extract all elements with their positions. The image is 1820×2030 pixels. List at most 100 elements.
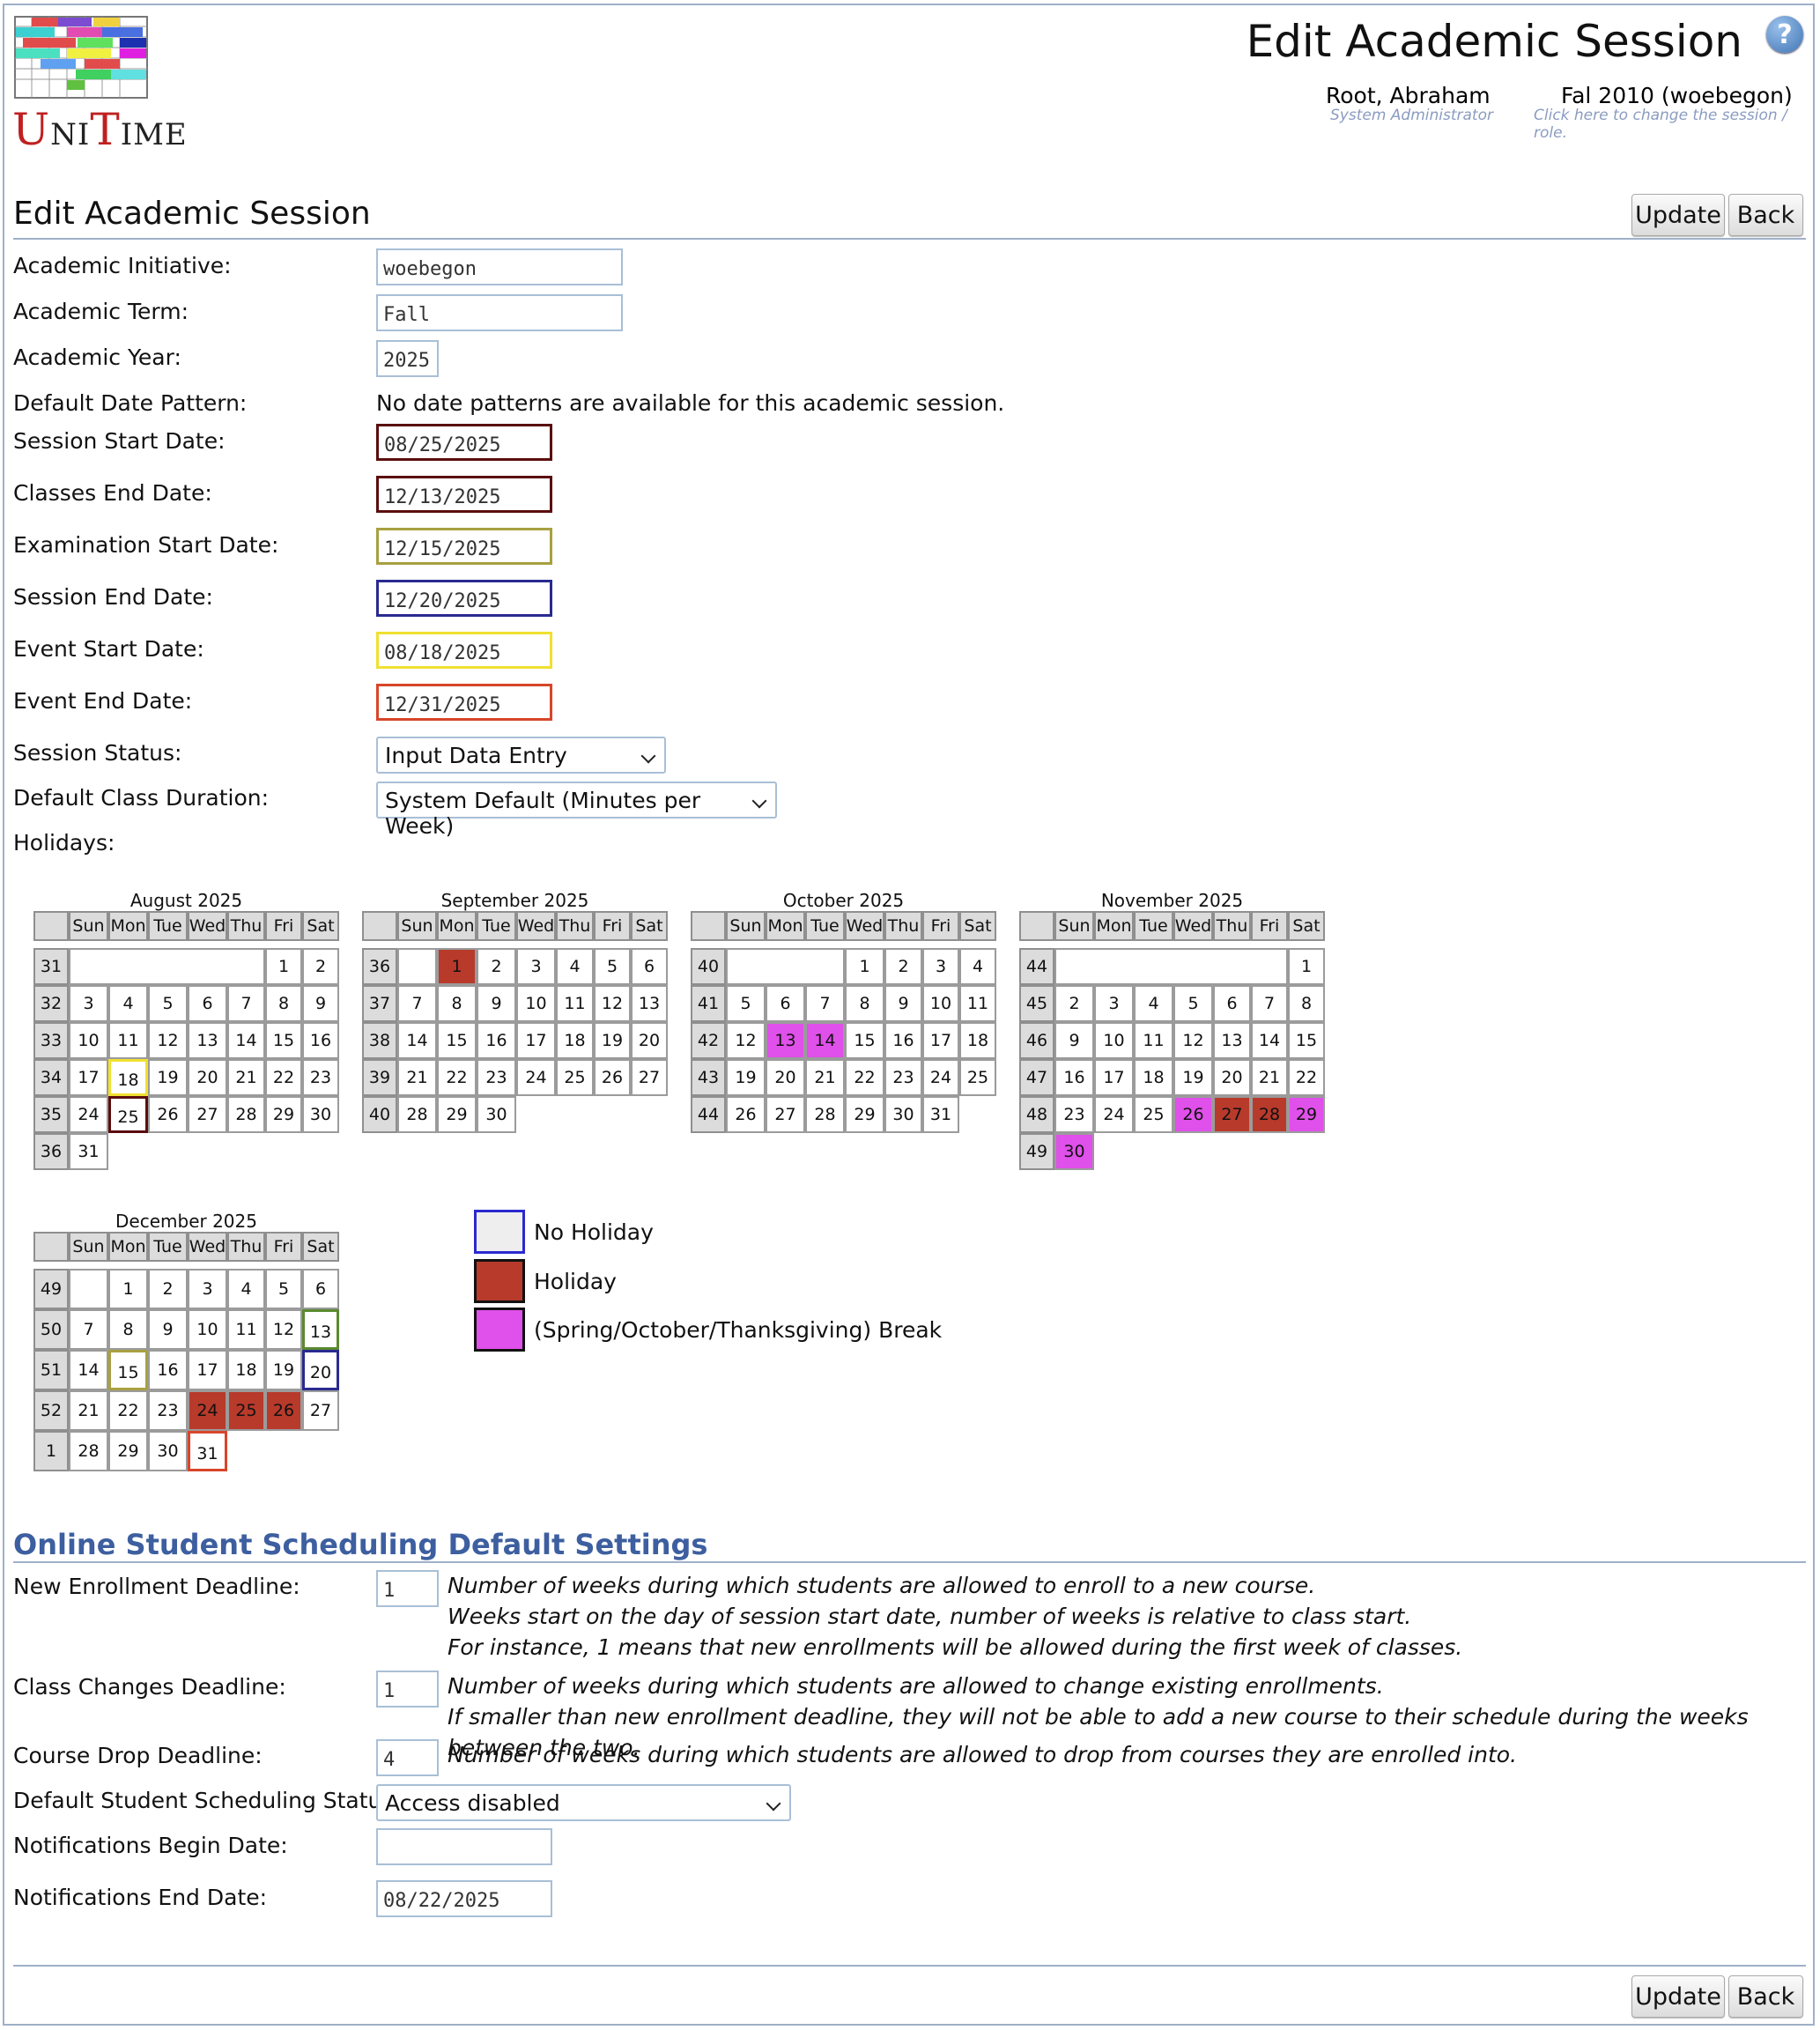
calendar-day[interactable]: 31 xyxy=(188,1431,227,1471)
calendar-day[interactable]: 17 xyxy=(188,1350,227,1390)
calendar-day[interactable]: 24 xyxy=(516,1059,556,1096)
calendar-day[interactable]: 18 xyxy=(959,1022,996,1059)
calendar-day[interactable]: 5 xyxy=(1173,985,1213,1022)
year-input[interactable]: 2025 xyxy=(376,340,439,377)
calendar-day[interactable]: 3 xyxy=(1094,985,1134,1022)
calendar-day[interactable]: 31 xyxy=(922,1096,959,1133)
calendar-day[interactable]: 22 xyxy=(108,1390,148,1431)
calendar-day[interactable]: 5 xyxy=(594,948,631,985)
calendar-day[interactable]: 14 xyxy=(805,1022,845,1059)
calendar-day[interactable]: 21 xyxy=(805,1059,845,1096)
session-start-input[interactable]: 08/25/2025 xyxy=(376,424,552,461)
calendar-day[interactable]: 27 xyxy=(1213,1096,1251,1133)
calendar-day[interactable]: 1 xyxy=(265,948,302,985)
calendar-day[interactable]: 2 xyxy=(477,948,516,985)
calendar-day[interactable]: 8 xyxy=(265,985,302,1022)
calendar-day[interactable]: 1 xyxy=(845,948,884,985)
calendar-day[interactable]: 12 xyxy=(1173,1022,1213,1059)
user-role[interactable]: System Administrator xyxy=(1330,107,1493,124)
calendar-day[interactable]: 1 xyxy=(1288,948,1325,985)
calendar-day[interactable]: 20 xyxy=(188,1059,227,1096)
calendar-day[interactable]: 6 xyxy=(302,1269,339,1309)
calendar-day[interactable]: 20 xyxy=(1213,1059,1251,1096)
calendar-day[interactable]: 21 xyxy=(69,1390,108,1431)
calendar-day[interactable]: 19 xyxy=(726,1059,766,1096)
calendar-day[interactable]: 17 xyxy=(922,1022,959,1059)
calendar-day[interactable]: 2 xyxy=(884,948,922,985)
calendar-day[interactable]: 20 xyxy=(302,1350,339,1390)
calendar-day[interactable]: 15 xyxy=(845,1022,884,1059)
class-change-input[interactable]: 1 xyxy=(376,1671,439,1708)
calendar-day[interactable]: 8 xyxy=(437,985,477,1022)
calendar-day[interactable]: 30 xyxy=(1054,1133,1094,1170)
calendar-day[interactable]: 14 xyxy=(69,1350,108,1390)
calendar-day[interactable]: 3 xyxy=(69,985,108,1022)
help-icon[interactable]: ? xyxy=(1766,16,1803,53)
calendar-day[interactable]: 25 xyxy=(556,1059,594,1096)
calendar-day[interactable]: 4 xyxy=(556,948,594,985)
calendar-day[interactable]: 9 xyxy=(302,985,339,1022)
calendar-day[interactable]: 26 xyxy=(594,1059,631,1096)
calendar-day[interactable]: 2 xyxy=(302,948,339,985)
calendar-day[interactable]: 17 xyxy=(69,1059,108,1096)
calendar-day[interactable]: 30 xyxy=(884,1096,922,1133)
calendar-day[interactable]: 13 xyxy=(188,1022,227,1059)
calendar-day[interactable]: 1 xyxy=(108,1269,148,1309)
calendar-day[interactable]: 22 xyxy=(1288,1059,1325,1096)
class-duration-select[interactable]: System Default (Minutes per Week) xyxy=(376,782,777,839)
calendar-day[interactable]: 13 xyxy=(766,1022,805,1059)
term-input[interactable]: Fall xyxy=(376,294,623,331)
calendar-day[interactable]: 10 xyxy=(516,985,556,1022)
back-button-bottom[interactable]: Back xyxy=(1728,1975,1803,2018)
exam-start-input[interactable]: 12/15/2025 xyxy=(376,528,552,565)
calendar-day[interactable]: 24 xyxy=(69,1096,108,1133)
calendar-day[interactable]: 11 xyxy=(1134,1022,1173,1059)
calendar-day[interactable]: 29 xyxy=(1288,1096,1325,1133)
calendar-day[interactable]: 21 xyxy=(397,1059,437,1096)
calendar-day[interactable]: 28 xyxy=(397,1096,437,1133)
event-end-input[interactable]: 12/31/2025 xyxy=(376,684,552,721)
calendar-day[interactable]: 3 xyxy=(188,1269,227,1309)
calendar-day[interactable]: 14 xyxy=(227,1022,265,1059)
calendar-day[interactable]: 5 xyxy=(726,985,766,1022)
calendar-day[interactable]: 2 xyxy=(148,1269,188,1309)
calendar-day[interactable]: 4 xyxy=(227,1269,265,1309)
update-button[interactable]: Update xyxy=(1631,194,1725,236)
calendar-day[interactable]: 21 xyxy=(1251,1059,1288,1096)
calendar-day[interactable]: 16 xyxy=(884,1022,922,1059)
calendar-day[interactable]: 9 xyxy=(148,1309,188,1350)
calendar-day[interactable]: 26 xyxy=(148,1096,188,1133)
calendar-day[interactable]: 19 xyxy=(594,1022,631,1059)
event-start-input[interactable]: 08/18/2025 xyxy=(376,632,552,669)
calendar-day[interactable]: 10 xyxy=(1094,1022,1134,1059)
calendar-day[interactable]: 14 xyxy=(1251,1022,1288,1059)
calendar-day[interactable]: 24 xyxy=(922,1059,959,1096)
calendar-day[interactable]: 31 xyxy=(69,1133,108,1170)
calendar-day[interactable]: 26 xyxy=(726,1096,766,1133)
calendar-day[interactable]: 25 xyxy=(959,1059,996,1096)
calendar-day[interactable]: 15 xyxy=(1288,1022,1325,1059)
calendar-day[interactable]: 16 xyxy=(477,1022,516,1059)
calendar-day[interactable]: 16 xyxy=(148,1350,188,1390)
calendar-day[interactable]: 23 xyxy=(477,1059,516,1096)
calendar-day[interactable]: 26 xyxy=(1173,1096,1213,1133)
user-name[interactable]: Root, Abraham xyxy=(1326,83,1491,108)
calendar-day[interactable]: 17 xyxy=(1094,1059,1134,1096)
calendar-day[interactable]: 19 xyxy=(1173,1059,1213,1096)
calendar-day[interactable]: 21 xyxy=(227,1059,265,1096)
calendar-day[interactable]: 24 xyxy=(1094,1096,1134,1133)
calendar-day[interactable]: 28 xyxy=(227,1096,265,1133)
calendar-day[interactable]: 12 xyxy=(726,1022,766,1059)
calendar-day[interactable]: 29 xyxy=(437,1096,477,1133)
sched-status-select[interactable]: Access disabled xyxy=(376,1784,791,1821)
session-status-select[interactable]: Input Data Entry xyxy=(376,737,666,774)
calendar-day[interactable]: 27 xyxy=(766,1096,805,1133)
calendar-day[interactable]: 12 xyxy=(265,1309,302,1350)
calendar-day[interactable]: 7 xyxy=(69,1309,108,1350)
calendar-day[interactable]: 13 xyxy=(302,1309,339,1350)
calendar-day[interactable]: 20 xyxy=(631,1022,668,1059)
notif-end-input[interactable]: 08/22/2025 xyxy=(376,1880,552,1917)
initiative-input[interactable]: woebegon xyxy=(376,248,623,285)
calendar-day[interactable]: 14 xyxy=(397,1022,437,1059)
calendar-day[interactable]: 29 xyxy=(108,1431,148,1471)
